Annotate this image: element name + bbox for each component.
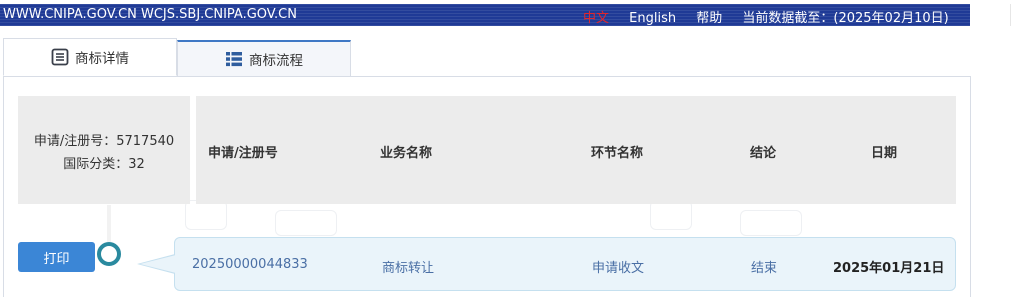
lang-zh-link[interactable]: 中文: [583, 11, 609, 26]
data-date-label: 当前数据截至：(2025年02月10日): [742, 11, 949, 26]
list-icon: [226, 52, 242, 67]
panel-border-left: [3, 76, 4, 297]
timeline-line: [107, 205, 111, 242]
header-business: 业务名称: [380, 146, 433, 161]
top-bar: WWW.CNIPA.GOV.CN WCJS.SBJ.CNIPA.GOV.CN 中…: [0, 4, 970, 26]
lang-en-link[interactable]: English: [629, 11, 676, 26]
row-reg-no: 20250000044833: [192, 257, 308, 272]
watermark: [650, 200, 692, 230]
tab-label: 商标流程: [249, 53, 303, 69]
print-button[interactable]: 打印: [18, 242, 95, 272]
row-stage: 申请收文: [592, 261, 645, 276]
international-class: 国际分类：32: [63, 157, 145, 172]
header-result: 结论: [750, 146, 777, 161]
watermark: [740, 210, 802, 236]
row-pointer-fill: [140, 255, 176, 273]
tab-trademark-process[interactable]: 商标流程: [177, 40, 351, 77]
row-business: 商标转让: [382, 261, 435, 276]
trademark-info-box: 申请/注册号：5717540 国际分类：32: [18, 96, 190, 204]
panel-border-right: [970, 76, 971, 297]
watermark: [275, 210, 337, 236]
header-date: 日期: [871, 146, 898, 161]
header-reg-no: 申请/注册号: [208, 146, 278, 161]
site-links[interactable]: WWW.CNIPA.GOV.CN WCJS.SBJ.CNIPA.GOV.CN: [3, 7, 297, 22]
tab-divider: [3, 76, 970, 77]
tab-label: 商标详情: [75, 51, 129, 67]
row-date: 2025年01月21日: [833, 261, 945, 276]
help-link[interactable]: 帮助: [696, 11, 722, 26]
document-icon: [51, 48, 69, 66]
row-result: 结束: [751, 261, 778, 276]
table-header: 申请/注册号 业务名称 环节名称 结论 日期: [196, 96, 956, 204]
top-bar-edge: [970, 4, 1011, 26]
registration-number: 申请/注册号：5717540: [33, 134, 175, 149]
watermark: [185, 200, 227, 230]
table-row: 20250000044833 商标转让 申请收文 结束 2025年01月21日: [174, 237, 956, 291]
tab-trademark-details[interactable]: 商标详情: [3, 38, 177, 76]
top-bar-links: 中文 English 帮助 当前数据截至：(2025年02月10日): [583, 7, 965, 26]
header-stage: 环节名称: [591, 146, 644, 161]
timeline-node: [97, 242, 121, 266]
